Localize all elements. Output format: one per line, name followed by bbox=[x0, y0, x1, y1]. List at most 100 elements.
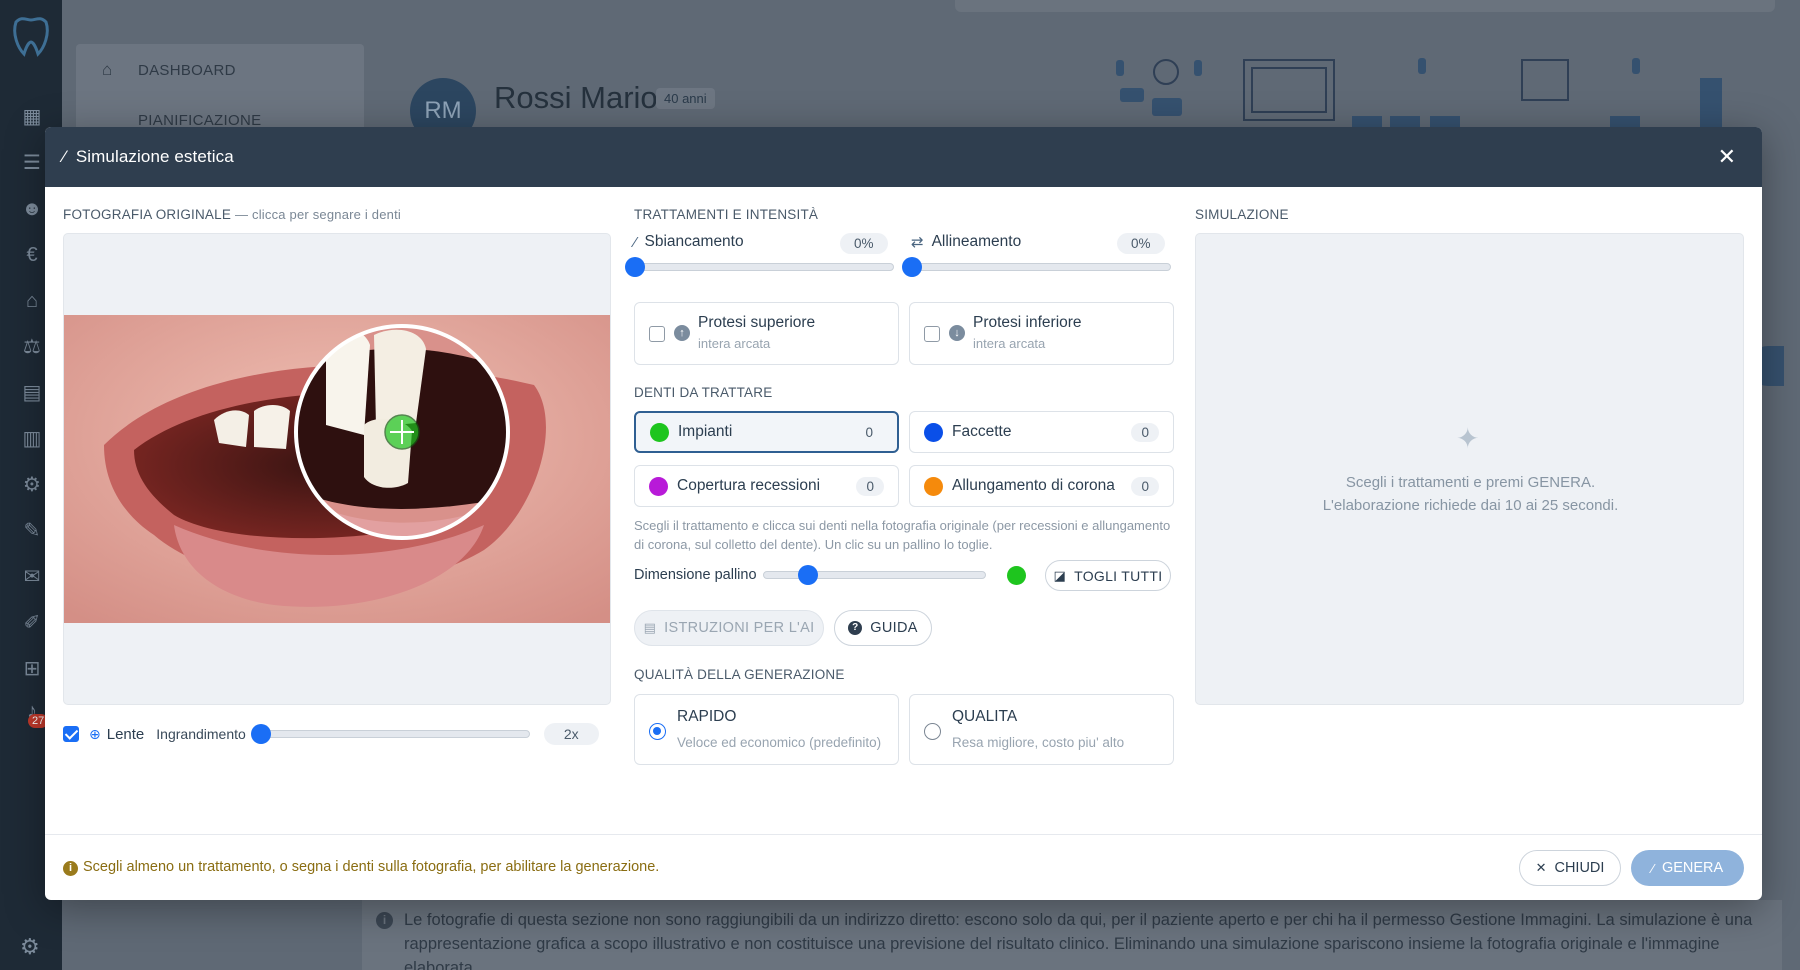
alignment-header: ⇄ Allineamento bbox=[911, 233, 1021, 251]
eraser-icon: ◪ bbox=[1053, 567, 1067, 583]
upper-prosthesis-checkbox[interactable] bbox=[649, 326, 665, 342]
alignment-value: 0% bbox=[1117, 233, 1165, 254]
dot-size-slider-thumb[interactable] bbox=[798, 565, 819, 585]
alignment-label: Allineamento bbox=[931, 233, 1022, 250]
alignment-slider[interactable] bbox=[902, 257, 1171, 277]
arrow-down-icon: ↓ bbox=[949, 325, 965, 341]
settings-gear-icon[interactable]: ⚙ bbox=[20, 934, 40, 960]
remove-all-label: TOGLI TUTTI bbox=[1074, 567, 1163, 584]
close-button[interactable]: ✕ CHIUDI bbox=[1519, 850, 1621, 886]
clinic-illustration bbox=[1116, 58, 1722, 130]
quality-option-rapido[interactable]: RAPIDO Veloce ed economico (predefinito) bbox=[634, 694, 899, 765]
generate-button[interactable]: ⁄ GENERA bbox=[1631, 850, 1744, 886]
lens-label: Lente bbox=[106, 725, 145, 743]
wand-small-icon: ⁄ bbox=[1651, 860, 1654, 876]
edit-icon[interactable]: ✐ bbox=[19, 612, 45, 634]
whitening-label: Sbiancamento bbox=[644, 233, 744, 250]
dot-preview bbox=[1007, 566, 1026, 585]
recessioni-label: Copertura recessioni bbox=[677, 477, 821, 494]
printer-icon[interactable]: ▤ bbox=[19, 382, 45, 404]
rapido-radio[interactable] bbox=[649, 723, 666, 740]
rapido-title: RAPIDO bbox=[677, 708, 737, 725]
question-icon: ? bbox=[848, 621, 863, 635]
simulation-frame: ✦ Scegli i trattamenti e premi GENERA. L… bbox=[1195, 233, 1744, 705]
warning-info-icon: i bbox=[63, 861, 78, 876]
dot-size-header: Dimensione pallino bbox=[634, 567, 757, 583]
simulation-modal: ⁄ Simulazione estetica ✕ FOTOGRAFIA ORIG… bbox=[45, 127, 1762, 900]
background-menu: ⌂ DASHBOARD PIANIFICAZIONE bbox=[76, 44, 364, 134]
menu-item-dashboard[interactable]: DASHBOARD bbox=[138, 62, 236, 79]
dot-size-slider[interactable] bbox=[763, 565, 986, 585]
guide-label: GUIDA bbox=[870, 620, 918, 636]
upper-prosthesis-sub: intera arcata bbox=[698, 336, 771, 351]
whitening-value: 0% bbox=[840, 233, 888, 254]
upper-prosthesis-label: Protesi superiore bbox=[698, 314, 816, 331]
impianti-count: 0 bbox=[865, 424, 873, 440]
zoom-label: Ingrandimento bbox=[156, 726, 246, 742]
zoom-slider-thumb[interactable] bbox=[250, 724, 271, 744]
patients-icon[interactable]: ☻ bbox=[19, 198, 45, 220]
ai-instructions-button[interactable]: ▤ ISTRUZIONI PER L'AI bbox=[634, 610, 824, 646]
zoom-slider[interactable] bbox=[250, 724, 530, 744]
close-icon[interactable]: ✕ bbox=[1718, 144, 1736, 170]
original-photo[interactable] bbox=[64, 315, 611, 623]
lens-checkbox[interactable] bbox=[63, 726, 79, 742]
magic-wand-icon: ⁄ bbox=[63, 147, 66, 166]
remove-all-button[interactable]: ◪ TOGLI TUTTI bbox=[1045, 560, 1171, 591]
patient-age-badge: 40 anni bbox=[656, 88, 715, 109]
swap-icon: ⇄ bbox=[911, 234, 924, 251]
info-icon: i bbox=[376, 912, 393, 929]
list-icon[interactable]: ☰ bbox=[19, 152, 45, 174]
whitening-header: ⁄ Sbiancamento bbox=[634, 233, 744, 251]
close-button-label: CHIUDI bbox=[1554, 860, 1605, 876]
simulation-label: SIMULAZIONE bbox=[1195, 207, 1289, 222]
x-icon: ✕ bbox=[1535, 860, 1547, 875]
upper-prosthesis-card[interactable]: ↑ Protesi superiore intera arcata bbox=[634, 302, 899, 365]
lower-prosthesis-card[interactable]: ↓ Protesi inferiore intera arcata bbox=[909, 302, 1174, 365]
background-footer-note: Le fotografie di questa sezione non sono… bbox=[404, 911, 1753, 970]
guide-button[interactable]: ? GUIDA bbox=[834, 610, 932, 646]
tooth-type-copertura-recessioni[interactable]: Copertura recessioni 0 bbox=[634, 465, 899, 507]
arrow-up-icon: ↑ bbox=[674, 325, 690, 341]
bank-icon[interactable]: ⌂ bbox=[19, 290, 45, 312]
background-topbar bbox=[955, 0, 1775, 12]
app-logo-icon bbox=[13, 17, 49, 57]
scales-icon[interactable]: ⚖ bbox=[19, 336, 45, 358]
whitening-slider-thumb[interactable] bbox=[625, 257, 645, 277]
whitening-slider[interactable] bbox=[625, 257, 894, 277]
lower-prosthesis-checkbox[interactable] bbox=[924, 326, 940, 342]
sitemap-icon[interactable]: ⊞ bbox=[19, 658, 45, 680]
recessioni-count: 0 bbox=[856, 476, 884, 496]
wand-icon: ⁄ bbox=[634, 233, 637, 251]
qualita-desc: Resa migliore, costo piu' alto bbox=[952, 735, 1125, 750]
treatments-label: TRATTAMENTI E INTENSITÀ bbox=[634, 207, 819, 222]
impianti-label: Impianti bbox=[678, 423, 733, 440]
qualita-radio[interactable] bbox=[924, 723, 941, 740]
footer-warning: Scegli almeno un trattamento, o segna i … bbox=[83, 859, 660, 875]
wrench-icon[interactable]: ✎ bbox=[19, 520, 45, 542]
quality-option-qualita[interactable]: QUALITA Resa migliore, costo piu' alto bbox=[909, 694, 1174, 765]
dot-size-label: Dimensione pallino bbox=[634, 567, 757, 583]
tooth-type-faccette[interactable]: Faccette 0 bbox=[909, 411, 1174, 453]
ai-instructions-label: ISTRUZIONI PER L'AI bbox=[664, 620, 815, 636]
mailbox-icon[interactable]: ✉ bbox=[19, 566, 45, 588]
original-photo-hint: — clicca per segnare i denti bbox=[234, 207, 401, 222]
modal-footer: i Scegli almeno un trattamento, o segna … bbox=[45, 834, 1762, 900]
impianti-color-dot bbox=[650, 422, 669, 442]
simulation-hint-line1: Scegli i trattamenti e premi GENERA. bbox=[1345, 474, 1596, 491]
tooth-type-impianti[interactable]: Impianti 0 bbox=[634, 411, 899, 453]
gears-icon[interactable]: ⚙ bbox=[19, 474, 45, 496]
qualita-title: QUALITA bbox=[952, 708, 1018, 725]
original-photo-frame[interactable] bbox=[63, 233, 611, 705]
simulation-hint-line2: L'elaborazione richiede dai 10 ai 25 sec… bbox=[1322, 497, 1619, 514]
magnifier-icon: ⊕ bbox=[89, 725, 101, 742]
lens-controls: ⊕ Lente Ingrandimento 2x bbox=[63, 721, 611, 747]
alignment-slider-thumb[interactable] bbox=[902, 257, 922, 277]
tooth-type-allungamento-corona[interactable]: Allungamento di corona 0 bbox=[909, 465, 1174, 507]
book-icon[interactable]: ▥ bbox=[19, 428, 45, 450]
original-photo-label: FOTOGRAFIA ORIGINALE — clicca per segnar… bbox=[63, 207, 401, 222]
teeth-label: DENTI DA TRATTARE bbox=[634, 385, 773, 400]
euro-icon[interactable]: € bbox=[19, 244, 45, 266]
calendar-icon[interactable]: ▦ bbox=[19, 106, 45, 128]
modal-title: Simulazione estetica bbox=[75, 147, 234, 166]
